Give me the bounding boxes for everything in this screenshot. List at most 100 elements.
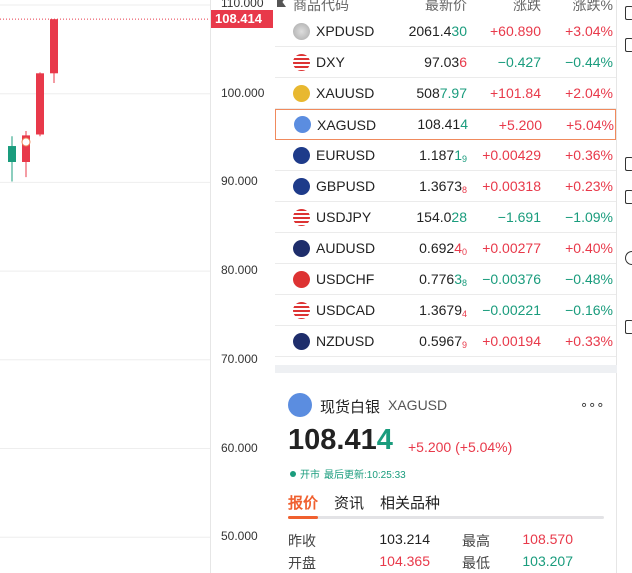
stat-value: 104.365 [379,553,430,569]
toolbar-icon[interactable] [625,38,632,52]
quote-row[interactable]: XAUUSD 5087.97 +101.84 +2.04% [275,78,616,109]
list-header: 商品代码 最新价 涨跌 涨跌% [275,0,616,16]
last-price: 1.36738 [419,177,467,195]
y-tick-label: 100.000 [221,85,265,100]
change-pct: −0.16% [565,302,613,318]
divider [275,365,617,373]
change-pct: +3.04% [565,23,613,39]
detail-tabs: 报价 资讯 相关品种 [288,492,440,513]
symbol: XAUUSD [316,85,375,101]
tab-quote[interactable]: 报价 [288,492,318,513]
last-price: 154.028 [416,208,467,225]
marker-icon[interactable] [21,137,31,147]
quote-row[interactable]: DXY 97.036 −0.427 −0.44% [275,47,616,78]
quote-list: 商品代码 最新价 涨跌 涨跌% XPDUSD 2061.430 +60.890 … [275,0,617,365]
quote-row[interactable]: USDCAD 1.36794 −0.00221 −0.16% [275,295,616,326]
flag-icon [277,0,286,7]
symbol: XPDUSD [316,23,375,39]
last-price: 5087.97 [416,84,467,101]
header-symbol[interactable]: 商品代码 [293,0,349,15]
header-price[interactable]: 最新价 [385,0,467,15]
symbol: USDJPY [316,209,372,225]
change: −0.00376 [482,271,541,287]
y-tick-label: 70.000 [221,351,258,366]
stat-label: 昨收 [288,533,316,549]
usd-cad-flag-icon [293,301,310,319]
detail-panel: 现货白银 XAGUSD ∘∘∘ 108.414 +5.200 (+5.04%) … [275,373,617,573]
y-tick-label: 80.000 [221,263,258,278]
symbol: USDCAD [316,302,376,318]
price-axis: 110.000 100.000 90.000 80.000 70.000 60.000 50… [210,0,273,573]
current-price-tag: 108.414 [211,10,273,28]
last-price: 1.36794 [419,301,467,319]
usd-jpy-flag-icon [293,208,310,226]
symbol: NZDUSD [316,333,375,349]
detail-price: 108.414 [288,424,393,456]
toolbar-icon[interactable] [625,157,632,171]
stat-label: 最低 [462,555,490,571]
header-change[interactable]: 涨跌 [467,0,541,15]
stat-label: 开盘 [288,555,316,571]
candle-body[interactable] [8,146,16,162]
change: +0.00318 [482,178,541,194]
change-pct: +0.33% [565,333,613,349]
last-price: 108.414 [417,116,468,132]
change-pct: +2.04% [565,85,613,101]
toolbar-icon[interactable] [625,320,632,334]
change-pct: −0.44% [565,54,613,70]
y-tick-label: 50.000 [221,529,258,544]
candle-body[interactable] [36,73,44,135]
toolbar-icon[interactable] [625,190,632,204]
change: −0.00221 [482,302,541,318]
change: +0.00194 [482,333,541,349]
symbol: EURUSD [316,147,376,163]
stat-label: 最高 [462,533,490,549]
symbol: USDCHF [316,271,375,287]
more-icon[interactable]: ∘∘∘ [580,397,604,413]
header-pct[interactable]: 涨跌% [541,0,613,15]
quote-row[interactable]: USDJPY 154.028 −1.691 −1.09% [275,202,616,233]
change-pct: +0.23% [565,178,613,194]
tab-news[interactable]: 资讯 [334,492,364,513]
quote-row[interactable]: XAGUSD 108.414 +5.200 +5.04% [275,109,616,140]
symbol: AUDUSD [316,240,376,256]
tab-related[interactable]: 相关品种 [380,492,440,513]
change: +101.84 [490,85,541,101]
last-price: 0.69240 [419,239,467,257]
quote-row[interactable]: NZDUSD 0.59679 +0.00194 +0.33% [275,326,616,357]
nzd-usd-flag-icon [293,332,310,350]
toolbar-icon[interactable] [625,6,632,20]
quote-row[interactable]: EURUSD 1.18719 +0.00429 +0.36% [275,140,616,171]
tab-indicator-track [288,516,604,519]
silver-icon [294,116,311,133]
quote-row[interactable]: XPDUSD 2061.430 +60.890 +3.04% [275,16,616,47]
last-price: 97.036 [424,53,467,70]
change: +0.00429 [482,147,541,163]
y-tick-label: 90.000 [221,174,258,189]
change-pct: +0.40% [565,240,613,256]
usd-chf-flag-icon [293,270,310,288]
quote-row[interactable]: GBPUSD 1.36738 +0.00318 +0.23% [275,171,616,202]
y-tick-label: 60.000 [221,440,258,455]
aud-usd-flag-icon [293,239,310,257]
stat-value: 103.214 [379,531,430,547]
candlestick-chart[interactable] [0,0,210,573]
change: −1.691 [497,209,541,225]
stat-value: 108.570 [522,531,573,547]
change-pct: +5.04% [566,116,614,133]
quote-row[interactable]: USDCHF 0.77638 −0.00376 −0.48% [275,264,616,295]
detail-change: +5.200 (+5.04%) [408,439,513,455]
change-pct: −0.48% [565,271,613,287]
last-price: 0.59679 [419,332,467,350]
change: −0.427 [497,54,541,70]
last-price: 0.77638 [419,270,467,288]
change-pct: +0.36% [565,147,613,163]
silver-icon [288,393,312,417]
quote-row[interactable]: AUDUSD 0.69240 +0.00277 +0.40% [275,233,616,264]
toolbar-icon[interactable] [625,251,632,265]
symbol: GBPUSD [316,178,376,194]
candle-body[interactable] [50,19,58,74]
change: +0.00277 [482,240,541,256]
eur-usd-flag-icon [293,146,310,164]
market-status: 开市 最后更新:10:25:33 [290,466,406,481]
